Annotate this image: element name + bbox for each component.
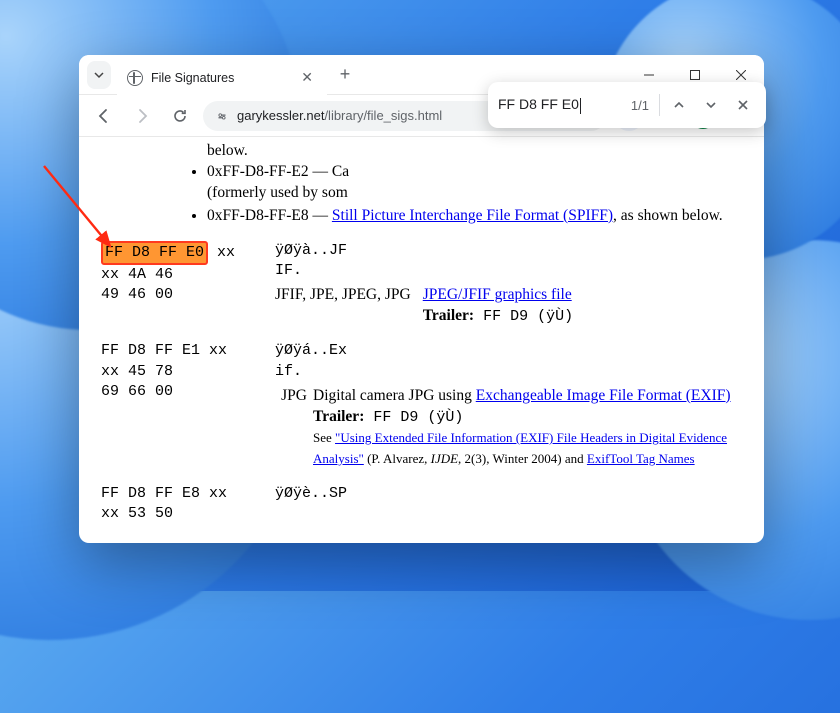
spiff-link[interactable]: Still Picture Interchange File Format (S… [332, 207, 613, 224]
jpeg-jfif-link[interactable]: JPEG/JFIF graphics file [423, 286, 572, 303]
tab-close-button[interactable]: ✕ [297, 67, 317, 88]
find-next-button[interactable] [698, 92, 724, 118]
hex-bytes: FF D8 FF E8 xx xx 53 50 [97, 484, 257, 525]
highlighted-match: FF D8 FF E0 [101, 241, 208, 265]
globe-icon [127, 70, 143, 86]
browser-tab[interactable]: File Signatures ✕ [117, 61, 327, 95]
find-close-button[interactable] [730, 92, 756, 118]
forward-button[interactable] [127, 101, 157, 131]
ascii-repr: ÿØÿá..Ex if. [275, 341, 746, 382]
find-bar: FF D8 FF E0 1/1 [488, 82, 766, 128]
reload-button[interactable] [165, 101, 195, 131]
browser-window: File Signatures ✕ + garykessler.net/libr… [79, 55, 764, 543]
tab-title: File Signatures [151, 71, 289, 85]
find-count: 1/1 [631, 98, 649, 113]
extensions: JPG [275, 386, 307, 470]
signature-row: FF D8 FF E1 xx xx 45 78 69 66 00 ÿØÿá..E… [97, 341, 746, 470]
trailer-label: Trailer: [313, 408, 364, 425]
trailer-label: Trailer: [423, 307, 474, 324]
exif-link[interactable]: Exchangeable Image File Format (EXIF) [476, 387, 731, 404]
trailer-value: FF D9 (ÿÙ) [364, 409, 463, 426]
ascii-repr: ÿØÿà..JF IF. [275, 241, 746, 282]
page-content[interactable]: below. 0xFF-D8-FF-E2 — Ca (formerly used… [79, 137, 764, 543]
back-button[interactable] [89, 101, 119, 131]
find-input[interactable]: FF D8 FF E0 [498, 96, 625, 113]
hex-bytes: FF D8 FF E0 xx xx 4A 46 49 46 00 [97, 241, 257, 328]
trailer-value: FF D9 (ÿÙ) [474, 308, 573, 325]
url-text: garykessler.net/library/file_sigs.html [237, 108, 442, 123]
list-item: 0xFF-D8-FF-E2 — Ca (formerly used by som [207, 162, 746, 204]
exiftool-link[interactable]: ExifTool Tag Names [587, 451, 695, 466]
tab-search-button[interactable] [87, 61, 111, 89]
new-tab-button[interactable]: + [331, 61, 359, 89]
ascii-repr: ÿØÿè..SP [275, 484, 746, 504]
signature-row: FF D8 FF E8 xx xx 53 50 ÿØÿè..SP [97, 484, 746, 525]
signature-row: FF D8 FF E0 xx xx 4A 46 49 46 00 ÿØÿà..J… [97, 241, 746, 328]
find-prev-button[interactable] [666, 92, 692, 118]
list-item: 0xFF-D8-FF-E8 — Still Picture Interchang… [207, 206, 746, 227]
hex-bytes: FF D8 FF E1 xx xx 45 78 69 66 00 [97, 341, 257, 470]
text-fragment: below. [97, 141, 746, 162]
site-settings-icon [215, 109, 229, 123]
extensions: JFIF, JPE, JPEG, JPG [275, 285, 417, 327]
